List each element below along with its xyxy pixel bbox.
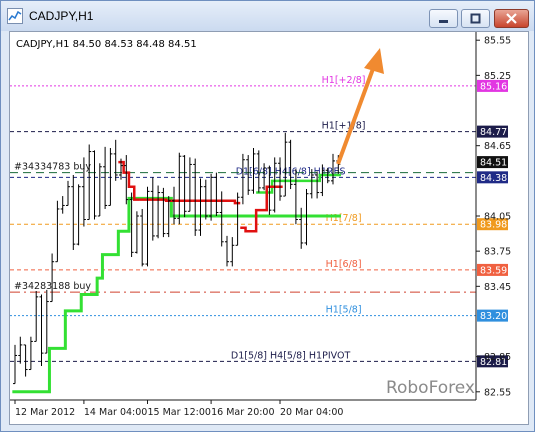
watermark: RoboForex [386,378,475,398]
candle [225,235,229,267]
time-tick-label: 14 Mar 04:00 [84,407,147,418]
trend-arrow-head [364,48,384,74]
red-signal-line [118,160,140,201]
level-price-tag-label: 83.20 [480,311,507,322]
candle [66,180,70,206]
time-tick-label: 16 Mar 20:00 [211,407,274,418]
price-tick-label: 84.05 [484,212,511,223]
candle [50,253,55,303]
candle [177,152,182,225]
minimize-button[interactable] [429,9,458,28]
candle [156,185,161,239]
candle [198,178,203,236]
restore-button[interactable] [461,9,490,28]
level-price-tag-label: 84.38 [480,173,507,184]
candle [161,187,166,238]
green-signal-line [12,196,341,394]
time-tick-label: 15 Mar 12:00 [148,407,211,418]
level-label: H1[+1/8] [322,121,366,132]
candle [140,208,145,267]
candle [103,146,108,209]
candle [18,336,23,364]
candle [150,177,155,241]
candle [230,237,235,267]
price-tick-label: 82.85 [484,352,511,363]
window-title: CADJPY,H1 [29,9,94,23]
candle [71,174,76,250]
order-label: #34334783 buy [14,162,91,173]
candle [113,139,118,181]
price-tick-label: 82.55 [484,387,511,398]
price-tick-label: 83.45 [484,282,511,293]
price-tick-label: 85.55 [484,36,511,47]
level-label: H1[6/8] [326,259,362,270]
chart-area[interactable]: H1[+2/8] 85.16 H1[+1/8] 84.77 D1[6/8] H4[6/8… [9,31,529,425]
price-tick-label: 84.65 [484,141,511,152]
price-tick-label: 85.25 [484,71,511,82]
candle [23,344,28,377]
candle [13,344,17,385]
candle [209,173,214,221]
candle [55,200,60,263]
close-button[interactable] [494,9,529,28]
candle [87,144,92,221]
candle [60,196,65,214]
candle [283,132,288,197]
level-label: H1[+2/8] [322,75,366,86]
candle [134,211,139,254]
level-price-tag-label: 84.77 [480,127,507,138]
candle [299,207,304,249]
level-price-tag-label: 85.16 [480,81,507,92]
candle [278,157,282,201]
candle [92,150,97,220]
candle [28,336,33,371]
level-label: H1[5/8] [326,305,362,316]
candle [97,163,102,217]
candle [214,172,219,216]
close-icon [506,13,517,24]
chart-header: CADJPY,H1 84.50 84.53 84.48 84.51 [16,39,197,50]
current-price-label: 84.51 [480,158,507,169]
price-chart[interactable]: H1[+2/8]85.16H1[+1/8]84.77D1[6/8] H4[6/8… [10,32,528,424]
order-label: #34283188 buy [14,281,91,292]
level-price-tag-label: 83.59 [480,265,507,276]
candle [182,155,187,218]
candle [108,148,113,206]
candle [76,184,81,246]
candle [187,157,192,212]
candle [39,294,44,367]
candle [235,192,240,246]
restore-icon [470,13,481,24]
chart-app-icon [7,8,23,24]
title-bar[interactable]: CADJPY,H1 [1,1,534,31]
candle [240,153,245,205]
candle [44,289,49,354]
time-tick-label: 12 Mar 2012 [15,407,75,418]
level-label: D1[5/8] H4[5/8] H1PIVOT [231,350,351,361]
candle [34,291,39,342]
chart-window: CADJPY,H1 H1[+2/8] 85.16 H1[+1/8] 84.77 D1[6… [0,0,535,432]
time-tick-label: 20 Mar 04:00 [280,407,343,418]
price-tick-label: 83.75 [484,247,511,258]
minimize-icon [439,20,448,23]
